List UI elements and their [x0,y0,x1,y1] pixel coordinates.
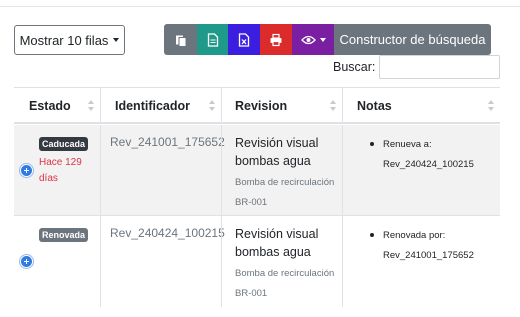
csv-icon [207,32,218,47]
notes-cell: Renovada por: Rev_241001_175652 [342,216,500,307]
sort-icon [330,99,337,113]
note-label: Renovada por: [383,230,446,241]
page-length-dropdown[interactable]: Mostrar 10 filas [14,25,125,55]
revision-cell: Revisión visual bombas agua Bomba de rec… [221,125,342,215]
top-divider [0,6,520,7]
csv-button[interactable] [197,24,228,55]
revision-subtitle: Bomba de recirculación BR-001 [235,177,335,208]
copy-button[interactable] [164,24,197,55]
table-row: Caducada Hace 129 días Rev_241001_175652… [14,125,500,216]
sort-icon [209,99,216,113]
sort-icon [88,99,95,113]
eye-icon [300,35,316,44]
revision-title: Revisión visual bombas agua [235,136,319,168]
revision-id: Rev_241001_175652 [110,135,225,149]
revision-cell: Revisión visual bombas agua Bomba de rec… [221,216,342,307]
revision-title: Revisión visual bombas agua [235,227,319,259]
column-header-revision[interactable]: Revision [221,88,342,122]
note-text: Renueva a: Rev_240424_100215 [383,135,474,175]
column-visibility-button[interactable] [292,24,334,55]
status-cell: Caducada Hace 129 días [14,125,100,215]
column-header-label: Revision [235,99,288,113]
caret-down-icon [113,38,120,42]
column-header-identificador[interactable]: Identificador [100,88,221,122]
column-header-estado[interactable]: Estado [14,88,100,122]
table-header-row: Estado Identificador Revision Notas [14,88,500,124]
copy-icon [175,35,186,47]
search-label: Buscar: [333,60,376,74]
identifier-cell: Rev_240424_100215 [100,216,225,307]
bullet-icon [370,233,374,237]
note-reference: Rev_241001_175652 [383,250,474,261]
column-header-notas[interactable]: Notas [342,88,500,122]
notes-cell: Renueva a: Rev_240424_100215 [342,125,500,215]
column-header-label: Identificador [115,99,191,113]
status-badge: Caducada [39,137,89,151]
export-button-group: Constructor de búsqueda [164,24,491,55]
print-button[interactable] [260,24,292,55]
print-icon [270,33,282,46]
bullet-icon [370,142,374,146]
expired-note: Hace 129 días [39,157,82,184]
revision-subtitle: Bomba de recirculación BR-001 [235,268,335,299]
note-reference: Rev_240424_100215 [383,159,474,170]
data-table: Estado Identificador Revision Notas Cadu… [14,87,500,307]
identifier-cell: Rev_241001_175652 [100,125,225,215]
status-badge: Renovada [39,228,89,242]
caret-down-icon [319,37,326,42]
revision-id: Rev_240424_100215 [110,226,225,240]
excel-icon [238,32,250,47]
note-text: Renovada por: Rev_241001_175652 [383,226,474,266]
search-input[interactable] [379,55,500,79]
expand-row-icon[interactable] [20,164,33,177]
note-label: Renueva a: [383,139,432,150]
search-builder-label: Constructor de búsqueda [339,32,486,47]
column-header-label: Notas [357,99,392,113]
expand-row-icon[interactable] [20,255,33,268]
excel-button[interactable] [228,24,260,55]
sort-icon [488,99,495,113]
search-builder-button[interactable]: Constructor de búsqueda [334,24,491,55]
column-header-label: Estado [29,99,71,113]
page-length-label: Mostrar 10 filas [19,32,109,48]
table-row: Renovada Rev_240424_100215 Revisión visu… [14,216,500,307]
status-cell: Renovada [14,216,100,307]
